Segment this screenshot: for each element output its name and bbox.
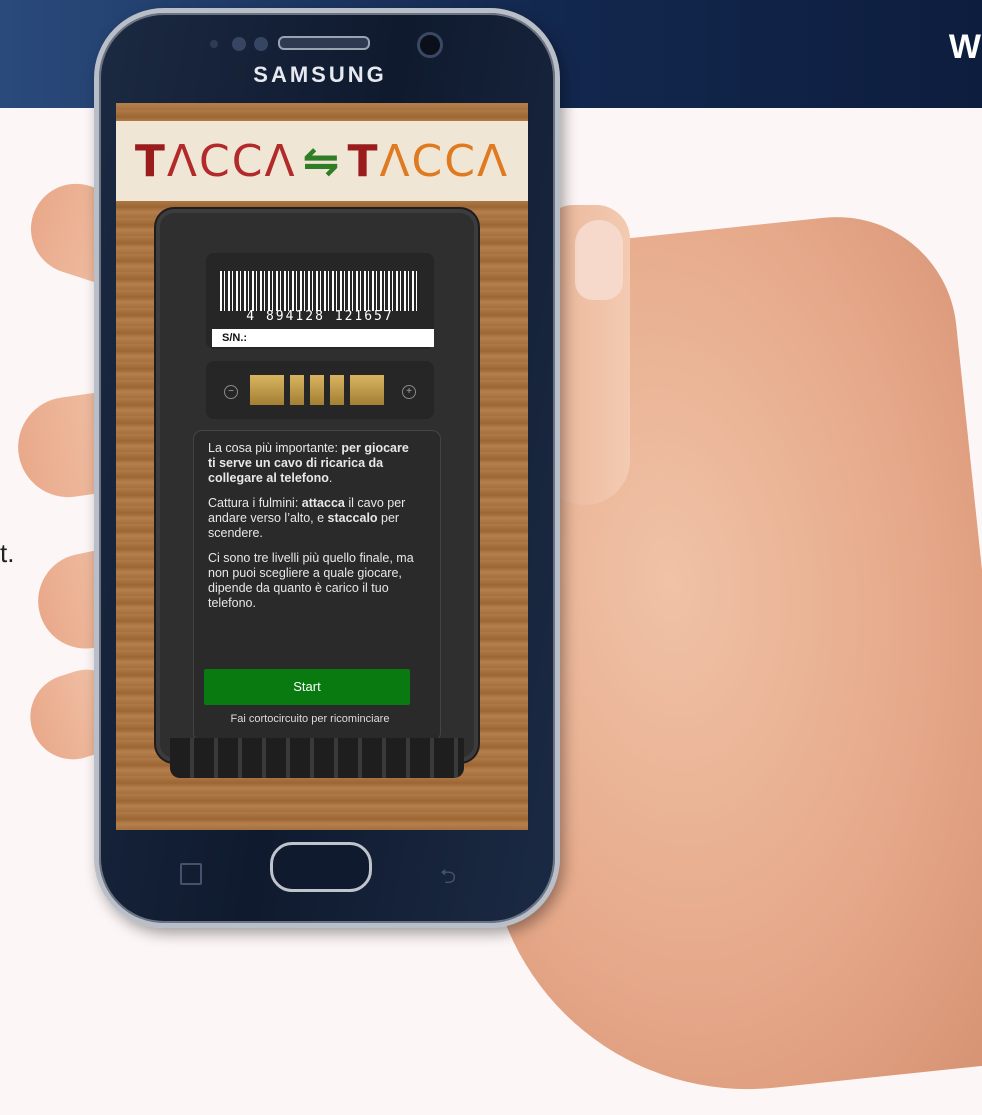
body-text-fragment: t. — [0, 538, 15, 568]
sensor-dot — [210, 40, 218, 48]
front-camera — [417, 32, 443, 58]
recent-apps-icon[interactable] — [180, 863, 202, 885]
instruction-text: La cosa più importante: — [208, 441, 342, 455]
instruction-paragraph: La cosa più importante: per giocare ti s… — [208, 441, 418, 486]
minus-icon: − — [224, 385, 238, 399]
game-logo: T ΛCCΛ ⇋ T ΛCCΛ — [116, 121, 528, 201]
header-title-fragment: W — [948, 28, 982, 66]
instruction-paragraph: Ci sono tre livelli più quello finale, m… — [208, 551, 414, 610]
earpiece-speaker — [278, 36, 370, 50]
contact-pad — [350, 375, 384, 405]
contact-pad — [290, 375, 304, 405]
battery-graphic: 4 894128 121657 S/N.: − + La cosa più im… — [160, 213, 474, 778]
contact-pad — [310, 375, 324, 405]
serial-number-label: S/N.: — [212, 329, 434, 347]
plus-icon: + — [402, 385, 416, 399]
back-icon[interactable]: ⮌ — [440, 862, 456, 896]
thumbnail — [575, 220, 623, 300]
sensor-dot — [232, 37, 246, 51]
logo-letter: T — [134, 135, 167, 187]
plug-icon: ⇋ — [302, 135, 342, 187]
start-button[interactable]: Start — [204, 669, 410, 705]
instruction-text: Cattura i fulmini: — [208, 496, 302, 510]
logo-letter: T — [347, 135, 380, 187]
instruction-emphasis: attacca — [301, 496, 345, 510]
sensor-dot — [254, 37, 268, 51]
reset-hint: Fai cortocircuito per ricominciare — [230, 713, 390, 725]
contact-pad — [330, 375, 344, 405]
logo-letters: ΛCCΛ — [166, 135, 297, 187]
instruction-text: . — [328, 471, 333, 485]
instructions-panel: La cosa più importante: per giocare ti s… — [194, 431, 440, 741]
home-button[interactable] — [270, 842, 372, 892]
instruction-emphasis: staccalo — [327, 511, 378, 525]
logo-letters: ΛCCΛ — [379, 135, 510, 187]
battery-label: 4 894128 121657 S/N.: — [206, 253, 434, 349]
phone-screen: T ΛCCΛ ⇋ T ΛCCΛ 4 894128 121657 S/N.: − … — [116, 103, 528, 830]
battery-contacts: − + — [206, 361, 434, 419]
contact-pad — [250, 375, 284, 405]
barcode-icon — [220, 271, 420, 311]
barcode-number: 4 894128 121657 — [246, 309, 394, 324]
battery-bottom-edge — [170, 738, 464, 778]
instructions-text: La cosa più importante: per giocare ti s… — [208, 441, 418, 621]
instruction-paragraph: Cattura i fulmini: attacca il cavo per a… — [208, 496, 418, 541]
phone-brand: SAMSUNG — [253, 62, 387, 87]
